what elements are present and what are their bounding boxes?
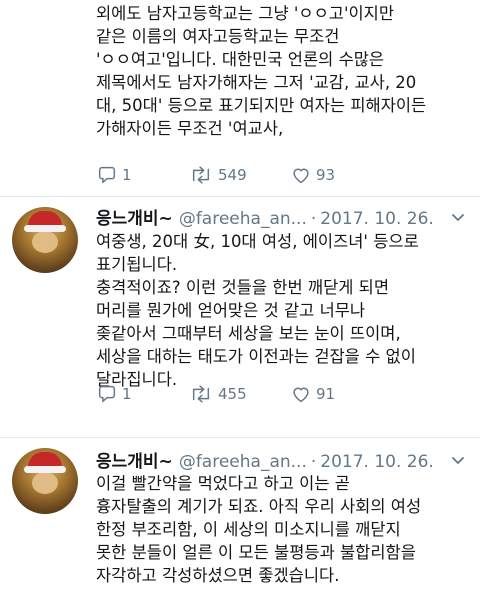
tweet-text-line: 세상을 대하는 태도가 이전과는 걷잡을 수 없이 <box>96 347 416 366</box>
tweet-text-line: 못한 분들이 얼른 이 모든 불평등과 불합리함을 <box>96 543 416 562</box>
like-count: 93 <box>316 166 336 184</box>
tweet-text-line: 'ㅇㅇ여고'입니다. 대한민국 언론의 수많은 <box>96 50 385 69</box>
tweet-text-line: 여중생, 20대 女, 10대 여성, 에이즈녀' 등으로 <box>96 232 419 251</box>
tweet-text-line: 한정 부조리함, 이 세상의 미소지니를 깨닫지 <box>96 520 401 539</box>
retweet-count: 549 <box>218 166 247 184</box>
author-handle[interactable]: @fareeha_an... <box>179 452 307 472</box>
separator-dot: · <box>310 209 317 229</box>
tweet-text-line: 가해자이든 무조건 '여교사, <box>96 119 284 138</box>
like-count: 91 <box>316 385 336 403</box>
retweet-icon <box>192 166 210 184</box>
tweet-text-line: 표기됩니다. <box>96 255 178 274</box>
avatar[interactable] <box>12 207 78 273</box>
author-name[interactable]: 응느개비~ <box>96 452 173 472</box>
divider <box>0 437 480 438</box>
tweet-text-line: 흉자탈출의 계기가 되죠. 아직 우리 사회의 여성 <box>96 497 422 516</box>
reply-count: 1 <box>122 385 132 403</box>
chevron-down-icon[interactable] <box>448 207 468 227</box>
like-button[interactable]: 91 <box>290 383 335 405</box>
divider <box>0 196 480 197</box>
tweet-3-text: 이걸 빨간약을 먹었다고 하고 이는 곧 흉자탈출의 계기가 되죠. 아직 우리… <box>96 472 476 587</box>
like-icon <box>293 387 309 403</box>
tweet-text-line: 자각하고 각성하셨으면 좋겠습니다. <box>96 566 340 585</box>
tweet-header: 응느개비~ @fareeha_an... · 2017. 10. 26. <box>96 447 434 473</box>
reply-icon <box>98 385 116 403</box>
like-icon <box>293 168 309 184</box>
reply-button[interactable]: 1 <box>96 164 132 186</box>
tweet-date[interactable]: 2017. 10. 26. <box>320 209 434 229</box>
tweet-2-text: 여중생, 20대 女, 10대 여성, 에이즈녀' 등으로 표기됩니다. 충격적… <box>96 230 476 391</box>
reply-icon <box>98 166 116 184</box>
tweet-1-actions: 1 549 93 <box>96 164 476 186</box>
reply-button[interactable]: 1 <box>96 383 132 405</box>
tweet-header: 응느개비~ @fareeha_an... · 2017. 10. 26. <box>96 204 434 230</box>
tweet-1-text: 외에도 남자고등학교는 그냥 'ㅇㅇ고'이지만 같은 이름의 여자고등학교는 무… <box>96 2 476 140</box>
reply-count: 1 <box>122 166 132 184</box>
retweet-icon <box>192 385 210 403</box>
tweet-text-line: 제목에서도 남자가해자는 그저 '교감, 교사, 20 <box>96 73 417 92</box>
tweet-text-line: 이걸 빨간약을 먹었다고 하고 이는 곧 <box>96 474 350 493</box>
author-name[interactable]: 응느개비~ <box>96 209 173 229</box>
tweet-date[interactable]: 2017. 10. 26. <box>320 452 434 472</box>
tweet-text-line: 좆같아서 그때부터 세상을 보는 눈이 뜨이며, <box>96 324 401 343</box>
retweet-count: 455 <box>218 385 247 403</box>
tweet-text-line: 머리를 뭔가에 얻어맞은 것 같고 너무나 <box>96 301 366 320</box>
tweet-text-line: 같은 이름의 여자고등학교는 무조건 <box>96 27 340 46</box>
chevron-down-icon[interactable] <box>448 450 468 470</box>
tweet-text-line: 외에도 남자고등학교는 그냥 'ㅇㅇ고'이지만 <box>96 4 395 23</box>
tweet-2-actions: 1 455 91 <box>96 383 476 405</box>
tweet-text-line: 충격적이죠? 이런 것들을 한번 깨닫게 되면 <box>96 278 390 297</box>
retweet-button[interactable]: 549 <box>188 164 247 186</box>
author-handle[interactable]: @fareeha_an... <box>179 209 307 229</box>
avatar[interactable] <box>12 448 78 514</box>
separator-dot: · <box>310 452 317 472</box>
retweet-button[interactable]: 455 <box>188 383 247 405</box>
tweet-text-line: 대, 50대' 등으로 표기되지만 여자는 피해자이든 <box>96 96 427 115</box>
like-button[interactable]: 93 <box>290 164 335 186</box>
